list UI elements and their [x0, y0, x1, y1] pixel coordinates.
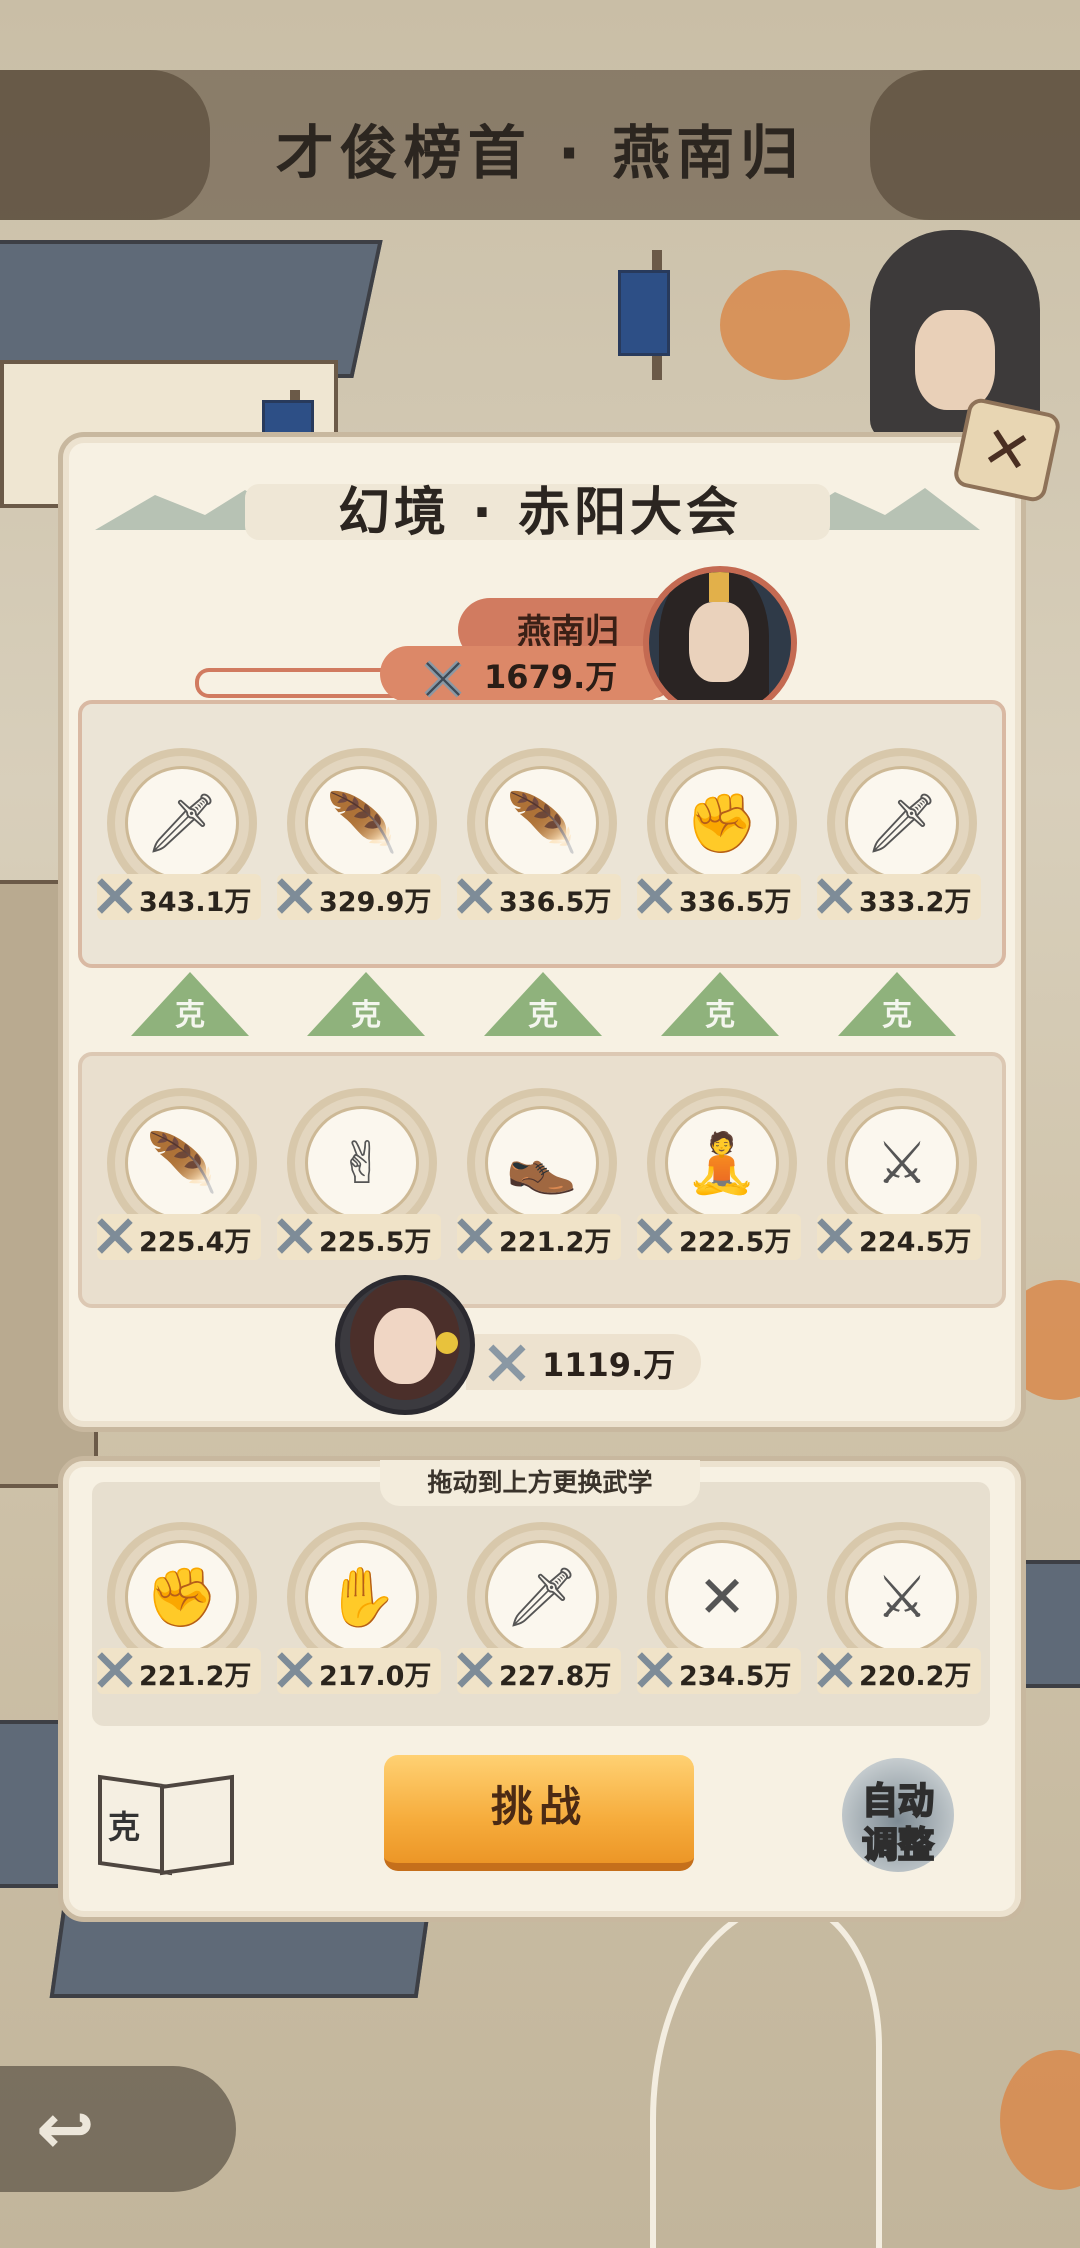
fist-icon: ✊: [665, 766, 779, 880]
player-skill-slot[interactable]: ⚔ 224.5万: [817, 1088, 981, 1263]
crossed-swords-icon: [637, 1218, 673, 1254]
auto-adjust-label-2: 调整: [861, 1824, 935, 1867]
opponent-skill-slot[interactable]: 🗡 343.1万: [97, 748, 261, 923]
crossed-swords-icon: [457, 878, 493, 914]
crossed-spears-icon: ✕: [665, 1540, 779, 1654]
crossed-swords-icon: [817, 1652, 853, 1688]
inventory-skill-slot[interactable]: ✊ 221.2万: [97, 1522, 261, 1697]
opponent-skill-slot[interactable]: 🗡 333.2万: [817, 748, 981, 923]
crossed-swords-icon: [457, 1218, 493, 1254]
palm-icon: ✋: [305, 1540, 419, 1654]
crossed-swords-icon: [817, 878, 853, 914]
skill-power: 225.4万: [139, 1227, 252, 1258]
title-bar: 才俊榜首 · 燕南归: [0, 70, 1080, 220]
autumn-tree: [1000, 2050, 1080, 2190]
counter-indicator: 克: [131, 972, 249, 1036]
meditation-icon: 🧘: [665, 1106, 779, 1220]
fist-icon: ✊: [125, 1540, 239, 1654]
inventory-skill-slot[interactable]: 🗡 227.8万: [457, 1522, 621, 1697]
opponent-power-value: 1679.万: [484, 658, 618, 696]
sword-icon: 🗡: [125, 766, 239, 880]
counter-indicator: 克: [307, 972, 425, 1036]
opponent-avatar: [643, 566, 797, 720]
close-button[interactable]: ✕: [951, 396, 1063, 504]
skill-power: 225.5万: [319, 1227, 432, 1258]
feather-icon: 🪶: [305, 766, 419, 880]
skill-power: 336.5万: [499, 887, 612, 918]
skill-power: 224.5万: [859, 1227, 972, 1258]
skill-power: 221.2万: [499, 1227, 612, 1258]
skill-power: 217.0万: [319, 1661, 432, 1692]
drag-hint: 拖动到上方更换武学: [380, 1460, 700, 1506]
skill-power: 343.1万: [139, 887, 252, 918]
feather-icon: 🪶: [485, 766, 599, 880]
crossed-swords-icon: [457, 1652, 493, 1688]
crossed-swords-icon: [277, 878, 313, 914]
opponent-skill-slot[interactable]: ✊ 336.5万: [637, 748, 801, 923]
counter-indicator: 克: [484, 972, 602, 1036]
counter-book-button[interactable]: 克: [92, 1770, 234, 1876]
challenge-button[interactable]: 挑战: [384, 1755, 694, 1871]
player-power-value: 1119.万: [542, 1346, 676, 1384]
opponent-skill-slot[interactable]: 🪶 329.9万: [277, 748, 441, 923]
crossed-swords-icon: [424, 660, 462, 698]
player-skill-slot[interactable]: 🧘 222.5万: [637, 1088, 801, 1263]
road: [650, 1900, 882, 2248]
auto-adjust-button[interactable]: 自动 调整: [842, 1758, 954, 1872]
opponent-skill-slot[interactable]: 🪶 336.5万: [457, 748, 621, 923]
sword-icon: 🗡: [845, 766, 959, 880]
throwing-knives-icon: ⚔: [845, 1540, 959, 1654]
page-title: 才俊榜首 · 燕南归: [275, 119, 805, 187]
player-skill-slot[interactable]: ✌ 225.5万: [277, 1088, 441, 1263]
counter-indicator: 克: [838, 972, 956, 1036]
sword-icon: 🗡: [485, 1540, 599, 1654]
crossed-swords-icon: [97, 878, 133, 914]
player-skill-slot[interactable]: 👞 221.2万: [457, 1088, 621, 1263]
skill-power: 336.5万: [679, 887, 792, 918]
book-page: [160, 1774, 234, 1876]
crossed-swords-icon: [488, 1344, 526, 1382]
crossed-swords-icon: [277, 1218, 313, 1254]
skill-power: 220.2万: [859, 1661, 972, 1692]
back-button[interactable]: ↩: [0, 2066, 236, 2192]
player-avatar: [335, 1275, 475, 1415]
crossed-swords-icon: [277, 1652, 313, 1688]
crossed-swords-icon: [97, 1218, 133, 1254]
crossed-swords-icon: [637, 1652, 673, 1688]
boot-icon: 👞: [485, 1106, 599, 1220]
inventory-skill-slot[interactable]: ✋ 217.0万: [277, 1522, 441, 1697]
crossed-swords-icon: [817, 1218, 853, 1254]
crossed-swords-icon: [637, 878, 673, 914]
skill-power: 333.2万: [859, 887, 972, 918]
event-title: 幻境 · 赤阳大会: [338, 483, 742, 543]
blue-flag: [618, 270, 670, 356]
inventory-skill-slot[interactable]: ⚔ 220.2万: [817, 1522, 981, 1697]
feather-icon: 🪶: [125, 1106, 239, 1220]
player-skill-slot[interactable]: 🪶 225.4万: [97, 1088, 261, 1263]
roof-decoration: [0, 240, 383, 378]
counter-indicator: 克: [661, 972, 779, 1036]
counter-book-label: 克: [108, 1808, 141, 1846]
skill-power: 222.5万: [679, 1227, 792, 1258]
two-finger-hand-icon: ✌: [305, 1106, 419, 1220]
skill-power: 221.2万: [139, 1661, 252, 1692]
autumn-tree: [720, 270, 850, 380]
close-icon: ✕: [976, 411, 1038, 489]
skill-power: 234.5万: [679, 1661, 792, 1692]
skill-power: 227.8万: [499, 1661, 612, 1692]
straight-sword-icon: ⚔: [845, 1106, 959, 1220]
crossed-swords-icon: [97, 1652, 133, 1688]
inventory-skill-slot[interactable]: ✕ 234.5万: [637, 1522, 801, 1697]
skill-power: 329.9万: [319, 887, 432, 918]
back-arrow-icon: ↩: [36, 2088, 95, 2170]
